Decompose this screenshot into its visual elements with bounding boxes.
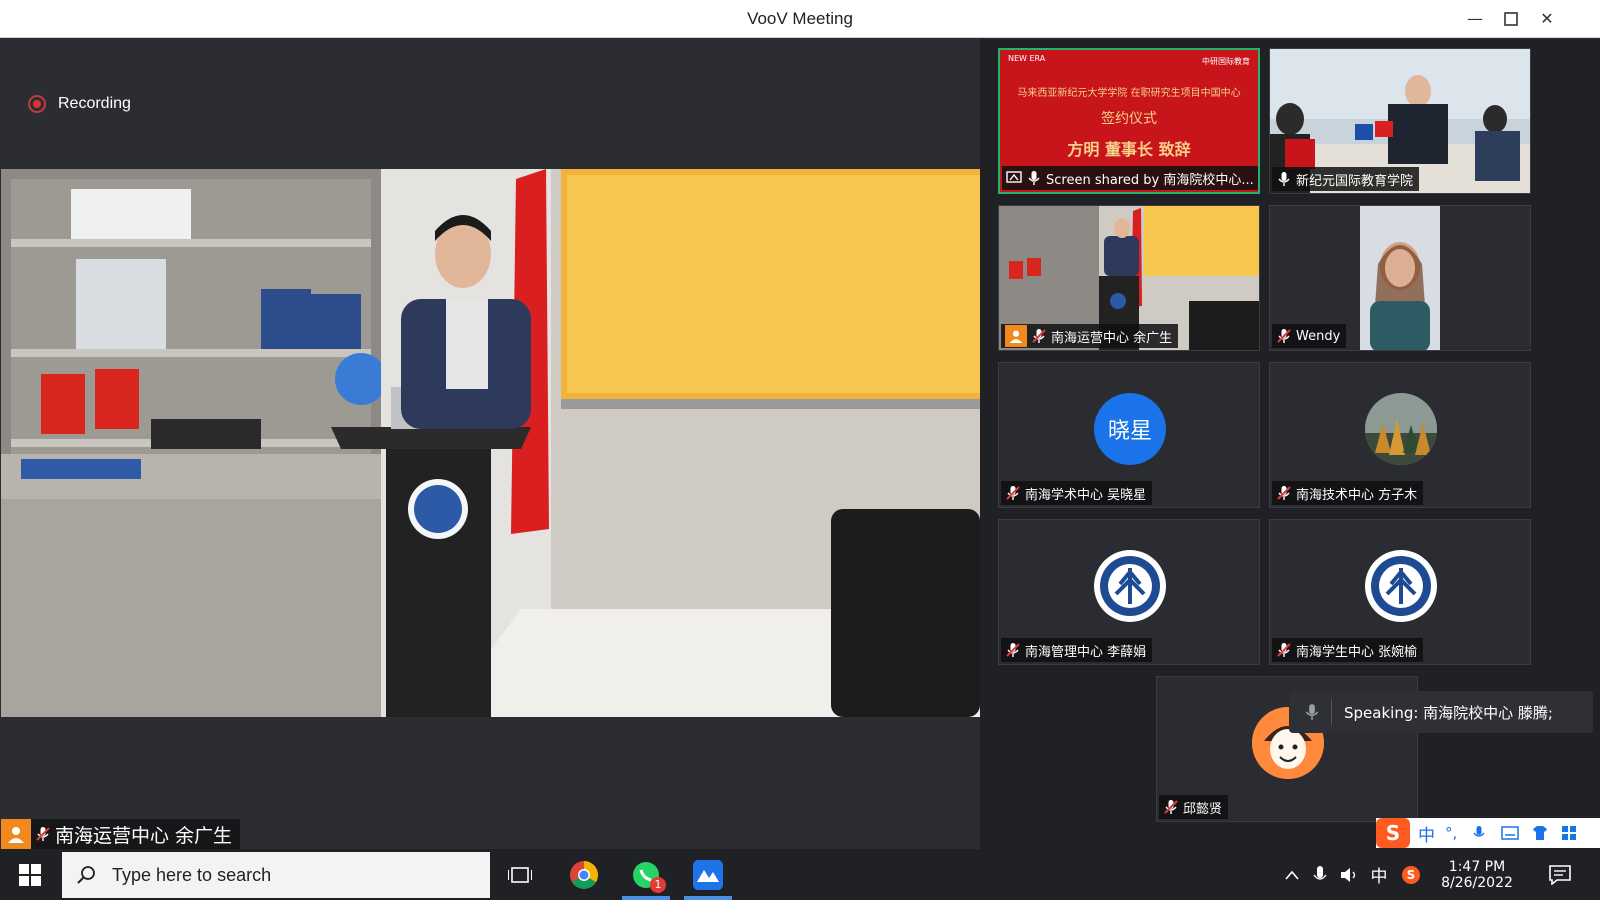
forest-avatar-icon [1365, 393, 1437, 465]
ime-toolbar: S 中 °, [1376, 818, 1600, 848]
participant-tile-yu[interactable]: 南海运营中心 余广生 [998, 205, 1260, 351]
participant-tile-li[interactable]: 南海管理中心 李薛娟 [998, 519, 1260, 665]
active-app-indicator [622, 896, 670, 900]
main-speaker-name: 南海运营中心 余广生 [55, 824, 233, 847]
tile-name: 南海学术中心 吴晓星 [1025, 487, 1147, 503]
ime-mode[interactable]: 中 [1418, 821, 1435, 846]
grid-menu-icon[interactable] [1561, 825, 1577, 841]
tile-name: Wendy [1296, 328, 1341, 344]
recording-icon [28, 95, 46, 113]
recording-label: Recording [58, 95, 131, 112]
window-title: VooV Meeting [747, 9, 853, 28]
avatar: 晓星 [1094, 393, 1166, 465]
participant-tile-wendy[interactable]: Wendy [1269, 205, 1531, 351]
keyboard-icon[interactable] [1501, 826, 1520, 840]
mic-muted-icon [1277, 643, 1291, 657]
mic-icon [1028, 171, 1040, 185]
chrome-icon[interactable] [566, 857, 602, 893]
skin-icon[interactable] [1531, 825, 1549, 841]
mic-icon [1305, 704, 1319, 720]
tile-label: Screen shared by 南海院校中心... [1002, 166, 1258, 190]
notification-center-icon[interactable] [1542, 849, 1578, 900]
tile-label: 邱懿贤 [1159, 795, 1229, 819]
search-icon [77, 866, 95, 884]
notification-badge: 1 [650, 877, 666, 893]
mic-muted-icon [1277, 329, 1291, 343]
speaking-indicator: Speaking: 南海院校中心 滕腾; [1289, 691, 1593, 733]
clock-date: 8/26/2022 [1441, 874, 1513, 891]
taskbar: Type here to search 1 中 S 1:47 PM 8/26/2… [0, 849, 1600, 900]
sogou-tray-icon[interactable]: S [1398, 849, 1424, 900]
main-speaker-namebar: 南海运营中心 余广生 [1, 819, 241, 849]
mic-muted-icon [1277, 486, 1291, 500]
taskbar-search[interactable]: Type here to search [62, 852, 490, 898]
slide-logo-left: NEW ERA [1008, 54, 1046, 63]
user-icon [1005, 325, 1027, 347]
tile-label: 南海学生中心 张婉榆 [1272, 638, 1424, 662]
mic-muted-icon [36, 827, 50, 841]
title-bar: VooV Meeting — ✕ [0, 0, 1600, 38]
school-logo-icon [1094, 550, 1166, 622]
tile-label: 南海管理中心 李薛娟 [1001, 638, 1153, 662]
participant-tile-xinjiyuan[interactable]: 新纪元国际教育学院 [1269, 48, 1531, 194]
search-placeholder: Type here to search [112, 864, 272, 885]
avatar [1365, 393, 1437, 465]
divider [1331, 699, 1332, 725]
active-app-indicator [684, 896, 732, 900]
recording-indicator[interactable]: Recording [28, 95, 131, 113]
close-icon[interactable]: ✕ [1534, 7, 1560, 31]
clock[interactable]: 1:47 PM 8/26/2022 [1428, 849, 1526, 900]
tile-label: 南海技术中心 方子木 [1272, 481, 1424, 505]
tile-label: 新纪元国际教育学院 [1272, 167, 1420, 191]
volume-icon[interactable] [1338, 849, 1362, 900]
task-view-icon[interactable] [502, 857, 538, 893]
tile-name: 南海管理中心 李薛娟 [1025, 644, 1147, 660]
participant-tile-screen-share[interactable]: NEW ERA 中研国际教育 马来西亚新纪元大学学院 在职研究生项目中国中心 签… [998, 48, 1260, 194]
speaking-text: Speaking: 南海院校中心 滕腾; [1344, 703, 1553, 722]
user-icon [1, 819, 31, 849]
tile-name: 南海学生中心 张婉榆 [1296, 644, 1418, 660]
input-language[interactable]: 中 [1366, 849, 1392, 900]
tile-name: 邱懿贤 [1183, 801, 1223, 817]
participant-tile-wu[interactable]: 晓星 南海学术中心 吴晓星 [998, 362, 1260, 508]
clock-time: 1:47 PM [1448, 858, 1506, 875]
participant-tile-fang[interactable]: 南海技术中心 方子木 [1269, 362, 1531, 508]
tile-name: 南海技术中心 方子木 [1296, 487, 1418, 503]
school-logo-icon [1365, 550, 1437, 622]
tile-name: 新纪元国际教育学院 [1296, 173, 1414, 189]
windows-start-icon[interactable] [12, 857, 48, 893]
ime-punct[interactable]: °, [1445, 824, 1457, 842]
voov-app-icon[interactable] [690, 857, 726, 893]
voice-input-icon[interactable] [1471, 824, 1487, 842]
participant-tile-zhang[interactable]: 南海学生中心 张婉榆 [1269, 519, 1531, 665]
mic-muted-icon [1032, 329, 1046, 343]
screen-share-icon [1006, 171, 1022, 183]
slide-line3: 方明 董事长 致辞 [1067, 140, 1191, 159]
tile-label: 南海学术中心 吴晓星 [1001, 481, 1153, 505]
mic-muted-icon [1164, 800, 1178, 814]
mic-muted-icon [1006, 643, 1020, 657]
slide-line1: 马来西亚新纪元大学学院 在职研究生项目中国中心 [1017, 88, 1241, 99]
tile-name: 南海运营中心 余广生 [1051, 330, 1173, 346]
minimize-icon[interactable]: — [1462, 7, 1488, 31]
microphone-tray-icon[interactable] [1308, 849, 1332, 900]
whatsapp-icon[interactable]: 1 [628, 857, 666, 893]
mic-muted-icon [1006, 486, 1020, 500]
tile-label: Wendy [1272, 324, 1347, 348]
slide-line2: 签约仪式 [1101, 111, 1157, 127]
tile-name: Screen shared by 南海院校中心... [1046, 172, 1254, 188]
main-video[interactable] [1, 169, 980, 717]
speaker-video-frame [1, 169, 980, 717]
tile-label: 南海运营中心 余广生 [1001, 324, 1179, 348]
voov-window: VooV Meeting — ✕ Recording 南海运营中心 余广生 NE… [0, 0, 1600, 849]
sogou-logo-icon[interactable]: S [1376, 818, 1410, 848]
chevron-up-icon[interactable] [1280, 849, 1304, 900]
main-stage: Recording 南海运营中心 余广生 [1, 39, 980, 849]
slide-logo-right: 中研国际教育 [1202, 57, 1250, 66]
mic-icon [1278, 172, 1290, 186]
maximize-icon[interactable] [1498, 7, 1524, 31]
